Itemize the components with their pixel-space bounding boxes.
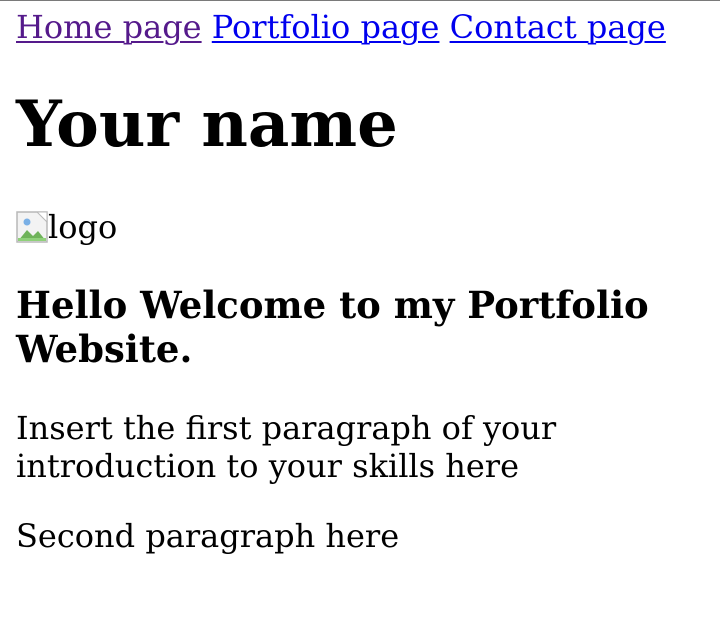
top-nav: Home page Portfolio page Contact page	[16, 7, 666, 47]
logo: logo	[16, 207, 117, 247]
broken-image-icon	[16, 211, 48, 243]
intro-paragraph: Insert the first paragraph of your intro…	[16, 409, 557, 485]
nav-link-portfolio[interactable]: Portfolio page	[212, 8, 440, 46]
welcome-heading: Hello Welcome to my Portfolio Website.	[16, 283, 649, 371]
page-title: Your name	[16, 87, 398, 162]
second-paragraph: Second paragraph here	[16, 517, 400, 555]
logo-alt-text: logo	[48, 208, 118, 246]
nav-link-home[interactable]: Home page	[16, 8, 202, 46]
nav-link-contact[interactable]: Contact page	[450, 8, 666, 46]
